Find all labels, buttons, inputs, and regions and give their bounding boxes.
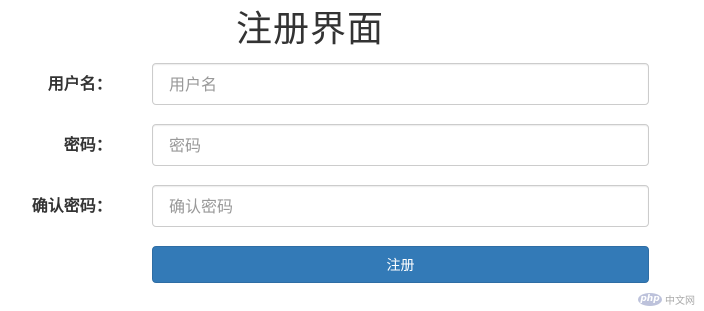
confirm-password-label: 确认密码： xyxy=(31,196,112,215)
username-input[interactable] xyxy=(152,63,649,105)
confirm-password-row: 确认密码： xyxy=(0,185,704,227)
watermark-text: 中文网 xyxy=(665,295,695,307)
php-logo-icon: php xyxy=(638,292,662,306)
password-row: 密码： xyxy=(0,124,704,166)
password-label: 密码： xyxy=(63,135,112,154)
page-title: 注册界面 xyxy=(236,9,385,50)
confirm-password-input[interactable] xyxy=(152,185,649,227)
password-input[interactable] xyxy=(152,124,649,166)
watermark: php 中文网 xyxy=(638,292,695,307)
username-row: 用户名： xyxy=(0,63,704,105)
username-label: 用户名： xyxy=(47,74,112,93)
register-button[interactable]: 注册 xyxy=(152,246,649,283)
